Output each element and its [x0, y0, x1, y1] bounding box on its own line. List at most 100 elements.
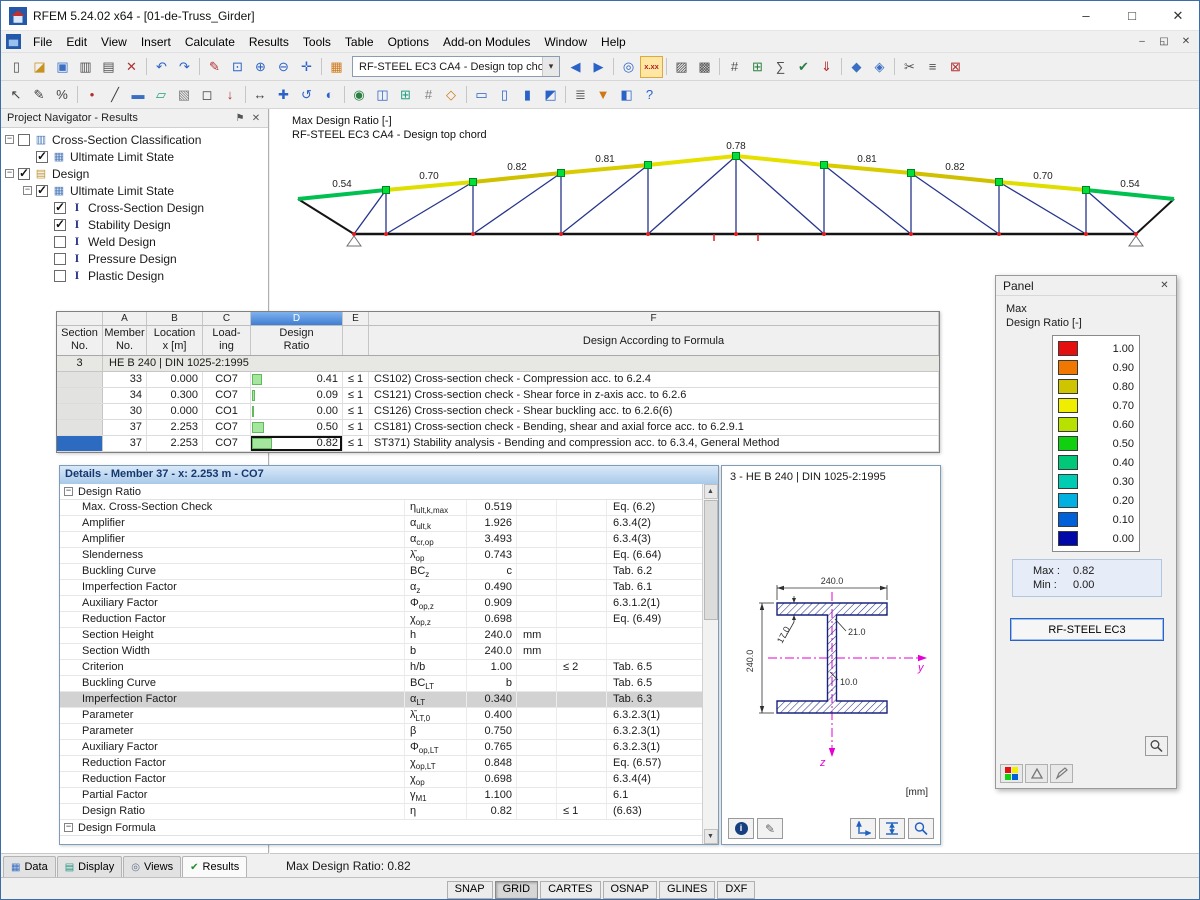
nav-design[interactable]: ▤ Design	[1, 165, 268, 182]
checkbox[interactable]	[54, 202, 66, 214]
fe-mesh-icon[interactable]: #	[723, 56, 746, 78]
details-row[interactable]: Parameter λ̄LT,0 0.400 6.3.2.3(1)	[60, 708, 702, 724]
result-values-icon[interactable]: x.xx	[640, 56, 663, 78]
panel-zoom-button[interactable]	[1145, 736, 1168, 756]
pin-icon[interactable]: ⚑	[232, 111, 248, 126]
new-icon[interactable]: ▯	[5, 56, 28, 78]
close-module-icon[interactable]: ⊠	[944, 56, 967, 78]
info-icon[interactable]: ?	[638, 84, 661, 106]
details-group-design-ratio[interactable]: Design Ratio	[60, 484, 702, 500]
display-properties-icon[interactable]: ≣	[569, 84, 592, 106]
details-row[interactable]: Slenderness λ̄op 0.743 Eq. (6.64)	[60, 548, 702, 564]
table-row[interactable]: 37 2.253 CO7 0.50 ≤ 1 CS181) Cross-secti…	[57, 420, 939, 436]
color-scale-tab[interactable]	[1000, 764, 1023, 783]
design-ratio-cell[interactable]: 0.00	[251, 404, 343, 419]
printout-report-icon[interactable]: ▩	[693, 56, 716, 78]
collapse-icon[interactable]	[64, 823, 73, 832]
details-row[interactable]: Buckling Curve BCLT b Tab. 6.5	[60, 676, 702, 692]
surface-icon[interactable]: ▱	[150, 84, 173, 106]
pan-icon[interactable]: ✛	[295, 56, 318, 78]
checkbox[interactable]	[18, 168, 30, 180]
mirror-icon[interactable]: ◐	[318, 84, 341, 106]
view-xz-icon[interactable]: ▮	[516, 84, 539, 106]
line-icon[interactable]: ╱	[104, 84, 127, 106]
header-criterion[interactable]	[343, 326, 369, 355]
stamp-icon[interactable]: ✎	[203, 56, 226, 78]
header-member[interactable]: MemberNo.	[103, 326, 147, 355]
details-row[interactable]: Amplifier αult,k 1.926 6.3.4(2)	[60, 516, 702, 532]
checkbox[interactable]	[54, 270, 66, 282]
design-ratio-cell[interactable]: 0.41	[251, 372, 343, 387]
menu-help[interactable]: Help	[594, 32, 633, 52]
display-factors-tab[interactable]	[1025, 764, 1048, 783]
checkbox[interactable]	[36, 151, 48, 163]
header-location[interactable]: Locationx [m]	[147, 326, 203, 355]
menu-file[interactable]: File	[26, 32, 59, 52]
toggle-glines[interactable]: GLINES	[659, 881, 715, 899]
zoom-in-icon[interactable]: ⊕	[249, 56, 272, 78]
scroll-down-icon[interactable]: ▼	[704, 829, 718, 844]
nav-uls-classification[interactable]: ▦ Ultimate Limit State	[1, 148, 268, 165]
partial-view-icon[interactable]: ◧	[615, 84, 638, 106]
nav-cross-section-classification[interactable]: ▥ Cross-Section Classification	[1, 131, 268, 148]
fit-height-button[interactable]	[879, 818, 905, 839]
menu-results[interactable]: Results	[242, 32, 296, 52]
loads-icon[interactable]: ⇓	[815, 56, 838, 78]
module-button[interactable]: RF-STEEL EC3	[1010, 618, 1164, 641]
grid-settings-icon[interactable]: #	[417, 84, 440, 106]
expander-icon[interactable]	[23, 186, 32, 195]
details-row[interactable]: Section Width b 240.0 mm	[60, 644, 702, 660]
combobox-arrow-icon[interactable]	[542, 57, 559, 76]
maximize-button[interactable]: □	[1109, 1, 1155, 31]
scrollbar-thumb[interactable]	[704, 500, 718, 620]
isometric-view-icon[interactable]: ◩	[539, 84, 562, 106]
tab-display[interactable]: ▤ Display	[57, 856, 123, 877]
details-row[interactable]: Auxiliary Factor Φop,LT 0.765 6.3.2.3(1)	[60, 740, 702, 756]
tab-results[interactable]: ✔ Results	[182, 856, 247, 877]
render-button[interactable]: ✎	[757, 818, 783, 839]
print-icon[interactable]: ▥	[74, 56, 97, 78]
mdi-restore-button[interactable]: ◱	[1153, 33, 1175, 51]
expander-icon[interactable]	[5, 135, 14, 144]
cut-icon[interactable]: ✂	[898, 56, 921, 78]
undo-icon[interactable]: ↶	[150, 56, 173, 78]
col-letter-f[interactable]: F	[369, 312, 939, 325]
open-icon[interactable]: ◪	[28, 56, 51, 78]
nav-uls-design[interactable]: ▦ Ultimate Limit State	[1, 182, 268, 199]
check-icon[interactable]: ✔	[792, 56, 815, 78]
details-row[interactable]: Partial Factor γM1 1.100 6.1	[60, 788, 702, 804]
filter-tab[interactable]	[1050, 764, 1073, 783]
details-scrollbar[interactable]: ▲ ▼	[702, 484, 718, 844]
collapse-icon[interactable]	[64, 487, 73, 496]
tab-views[interactable]: ◎ Views	[123, 856, 181, 877]
col-letter-a[interactable]: A	[103, 312, 147, 325]
details-group-design-formula[interactable]: Design Formula	[60, 820, 702, 836]
print-graphic-icon[interactable]: ▨	[670, 56, 693, 78]
module-table-icon[interactable]: ▦	[325, 56, 348, 78]
menu-view[interactable]: View	[94, 32, 134, 52]
details-row[interactable]: Design Ratio η 0.82 ≤ 1 (6.63)	[60, 804, 702, 820]
design-ratio-cell[interactable]: 0.50	[251, 420, 343, 435]
toggle-grid[interactable]: GRID	[495, 881, 539, 899]
select-icon[interactable]: ↖	[5, 84, 28, 106]
menu-options[interactable]: Options	[381, 32, 436, 52]
axes-button[interactable]	[850, 818, 876, 839]
node-icon[interactable]: •	[81, 84, 104, 106]
filter-icon[interactable]: ▼	[592, 84, 615, 106]
details-row[interactable]: Amplifier αcr,op 3.493 6.3.4(3)	[60, 532, 702, 548]
zoom-window-icon[interactable]: ⊡	[226, 56, 249, 78]
toggle-cartes[interactable]: CARTES	[540, 881, 600, 899]
delete-icon[interactable]: ✕	[120, 56, 143, 78]
menu-edit[interactable]: Edit	[59, 32, 94, 52]
generate-mesh-icon[interactable]: ⊞	[746, 56, 769, 78]
view-xy-icon[interactable]: ▭	[470, 84, 493, 106]
nav-weld-design[interactable]: I Weld Design	[1, 233, 268, 250]
design-ratio-cell[interactable]: 0.09	[251, 388, 343, 403]
close-button[interactable]: ✕	[1155, 1, 1200, 31]
details-row[interactable]: Imperfection Factor αLT 0.340 Tab. 6.3	[60, 692, 702, 708]
solid-icon[interactable]: ▧	[173, 84, 196, 106]
previous-result-icon[interactable]: ◀	[564, 56, 587, 78]
details-row[interactable]: Parameter β 0.750 6.3.2.3(1)	[60, 724, 702, 740]
close-icon[interactable]: ✕	[1156, 278, 1173, 294]
mdi-minimize-button[interactable]: –	[1131, 33, 1153, 51]
